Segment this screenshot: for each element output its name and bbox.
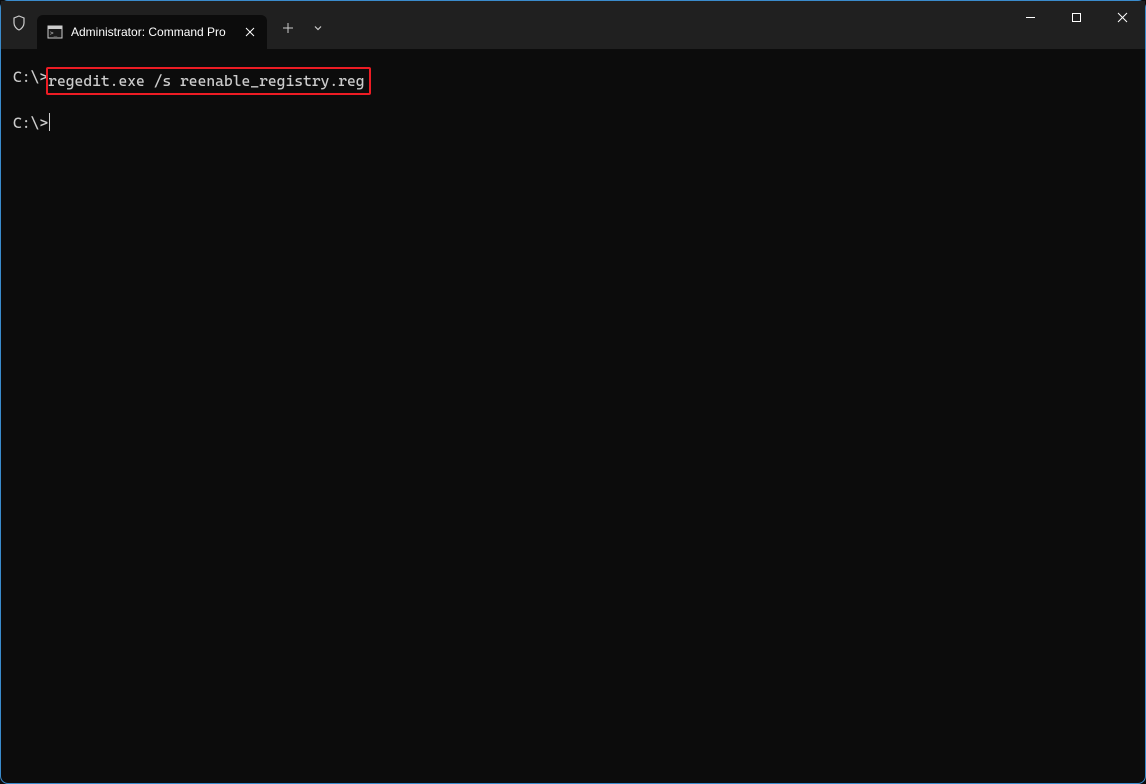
tab-close-button[interactable] [241, 23, 259, 41]
prompt: C:\> [13, 67, 48, 95]
shield-icon [11, 15, 27, 36]
maximize-button[interactable] [1053, 1, 1099, 33]
new-tab-button[interactable] [273, 13, 303, 43]
titlebar: >_ Administrator: Command Pro [1, 1, 1145, 49]
tab-active[interactable]: >_ Administrator: Command Pro [37, 15, 267, 49]
svg-text:>_: >_ [50, 30, 58, 37]
window-controls [1007, 1, 1145, 41]
prompt: C:\> [13, 113, 48, 133]
tab-dropdown-button[interactable] [303, 13, 333, 43]
terminal-line: C:\> [13, 113, 1133, 133]
cursor [49, 113, 50, 131]
tab-title: Administrator: Command Pro [71, 25, 233, 39]
cmd-icon: >_ [47, 24, 63, 40]
close-button[interactable] [1099, 1, 1145, 33]
terminal-body[interactable]: C:\>regedit.exe /s reenable_registry.reg… [1, 49, 1145, 170]
terminal-line: C:\>regedit.exe /s reenable_registry.reg [13, 67, 1133, 95]
app-shield-area [1, 1, 37, 49]
minimize-button[interactable] [1007, 1, 1053, 33]
highlighted-command: regedit.exe /s reenable_registry.reg [46, 67, 370, 95]
